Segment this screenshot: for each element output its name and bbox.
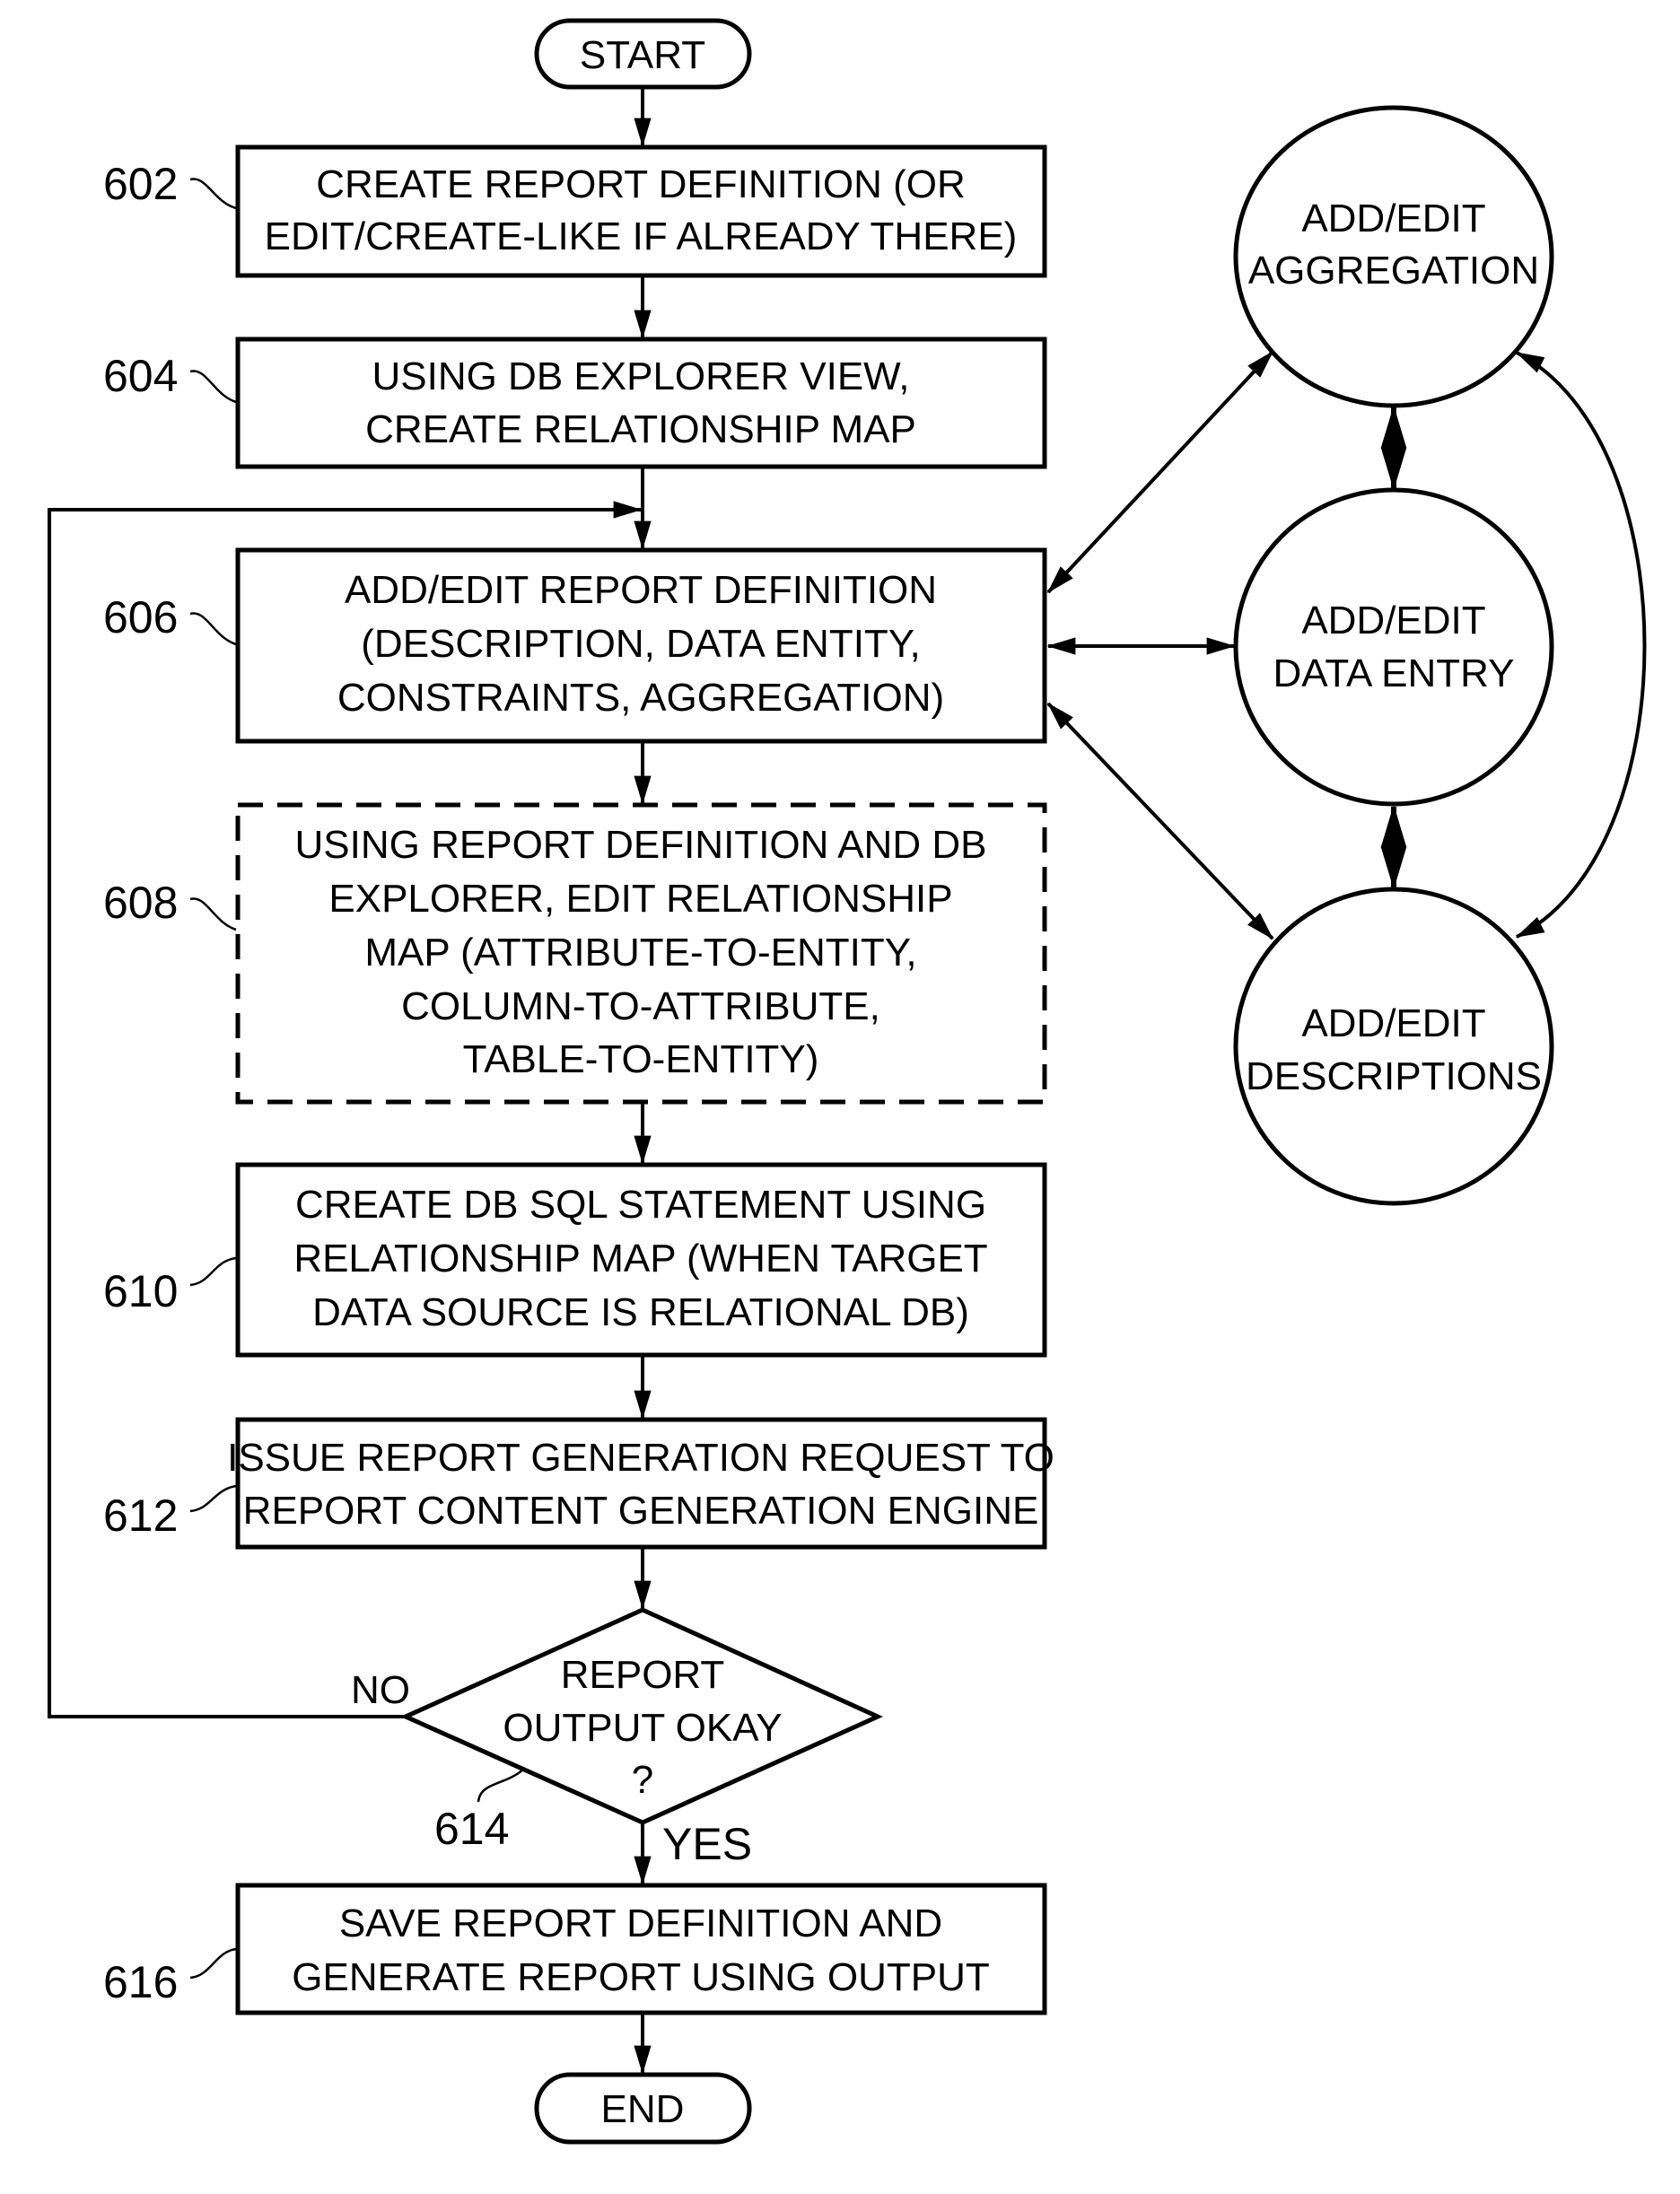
ref-606: 606 xyxy=(103,592,237,646)
ref-604-text: 604 xyxy=(103,351,178,401)
step-606-line-2: (DESCRIPTION, DATA ENTITY, xyxy=(361,622,920,666)
ref-602-text: 602 xyxy=(103,159,178,209)
decision-614: REPORT OUTPUT OKAY ? xyxy=(399,1607,884,1825)
ref-608: 608 xyxy=(103,878,237,931)
step-616: SAVE REPORT DEFINITION AND GENERATE REPO… xyxy=(235,1883,1047,2015)
start-terminal: START xyxy=(534,18,752,90)
yes-label: YES xyxy=(662,1819,752,1869)
step-610: CREATE DB SQL STATEMENT USING RELATIONSH… xyxy=(235,1162,1047,1358)
step-604-line-2: CREATE RELATIONSHIP MAP xyxy=(365,407,916,451)
step-606-line-3: CONSTRAINTS, AGGREGATION) xyxy=(337,676,944,720)
side-node-aggregation: ADD/EDIT AGGREGATION xyxy=(1233,105,1554,408)
ref-614: 614 xyxy=(434,1767,526,1854)
ref-616-text: 616 xyxy=(103,1957,178,2007)
start-label: START xyxy=(580,33,705,77)
end-label: END xyxy=(601,2087,685,2131)
flowchart-canvas: START CREATE REPORT DEFINITION (OR EDIT/… xyxy=(48,18,1647,2145)
side-node-data-entry: ADD/EDIT DATA ENTRY xyxy=(1233,487,1554,807)
step-610-line-2: RELATIONSHIP MAP (WHEN TARGET xyxy=(293,1237,987,1281)
step-602-line-1: CREATE REPORT DEFINITION (OR xyxy=(316,162,966,206)
ref-610-text: 610 xyxy=(103,1266,178,1316)
step-610-line-1: CREATE DB SQL STATEMENT USING xyxy=(295,1183,986,1227)
aggregation-line-2: AGGREGATION xyxy=(1248,249,1539,293)
step-606-line-1: ADD/EDIT REPORT DEFINITION xyxy=(345,568,937,612)
ref-606-text: 606 xyxy=(103,592,178,642)
aggregation-line-1: ADD/EDIT xyxy=(1301,197,1485,240)
ref-614-text: 614 xyxy=(434,1804,509,1854)
step-608-line-4: COLUMN-TO-ATTRIBUTE, xyxy=(401,984,880,1028)
data-entry-line-2: DATA ENTRY xyxy=(1273,651,1515,695)
ref-604: 604 xyxy=(103,351,237,404)
end-terminal: END xyxy=(534,2072,752,2145)
step-610-line-3: DATA SOURCE IS RELATIONAL DB) xyxy=(312,1290,969,1334)
decision-line-1: REPORT xyxy=(561,1653,725,1697)
step-616-line-1: SAVE REPORT DEFINITION AND xyxy=(339,1901,942,1945)
descriptions-line-1: ADD/EDIT xyxy=(1301,1001,1485,1045)
decision-line-3: ? xyxy=(632,1758,653,1802)
step-604-line-1: USING DB EXPLORER VIEW, xyxy=(372,354,909,398)
step-612-line-2: REPORT CONTENT GENERATION ENGINE xyxy=(243,1489,1039,1533)
ref-602: 602 xyxy=(103,159,237,210)
step-616-line-2: GENERATE REPORT USING OUTPUT xyxy=(292,1955,989,1999)
step-602-line-2: EDIT/CREATE-LIKE IF ALREADY THERE) xyxy=(265,214,1018,258)
no-label: NO xyxy=(351,1668,410,1712)
step-604: USING DB EXPLORER VIEW, CREATE RELATIONS… xyxy=(235,337,1047,469)
step-608-line-1: USING REPORT DEFINITION AND DB xyxy=(295,823,987,867)
step-612-line-1: ISSUE REPORT GENERATION REQUEST TO xyxy=(227,1436,1054,1480)
step-606: ADD/EDIT REPORT DEFINITION (DESCRIPTION,… xyxy=(235,547,1047,744)
data-entry-line-1: ADD/EDIT xyxy=(1301,599,1485,642)
step-608: USING REPORT DEFINITION AND DB EXPLORER,… xyxy=(235,802,1047,1105)
ref-616: 616 xyxy=(103,1947,237,2007)
ref-610: 610 xyxy=(103,1256,237,1316)
ref-612: 612 xyxy=(103,1484,237,1541)
step-608-line-2: EXPLORER, EDIT RELATIONSHIP xyxy=(328,877,952,921)
arrow-606-descriptions xyxy=(1046,702,1274,940)
arrow-606-aggregation xyxy=(1046,350,1274,594)
step-612: ISSUE REPORT GENERATION REQUEST TO REPOR… xyxy=(227,1417,1054,1550)
step-602: CREATE REPORT DEFINITION (OR EDIT/CREATE… xyxy=(235,144,1047,278)
step-608-line-3: MAP (ATTRIBUTE-TO-ENTITY, xyxy=(364,931,916,975)
step-608-line-5: TABLE-TO-ENTITY) xyxy=(463,1037,819,1081)
ref-608-text: 608 xyxy=(103,878,178,928)
side-node-descriptions: ADD/EDIT DESCRIPTIONS xyxy=(1233,887,1554,1206)
descriptions-line-2: DESCRIPTIONS xyxy=(1246,1054,1542,1098)
ref-612-text: 612 xyxy=(103,1490,178,1541)
decision-line-2: OUTPUT OKAY xyxy=(503,1706,782,1750)
